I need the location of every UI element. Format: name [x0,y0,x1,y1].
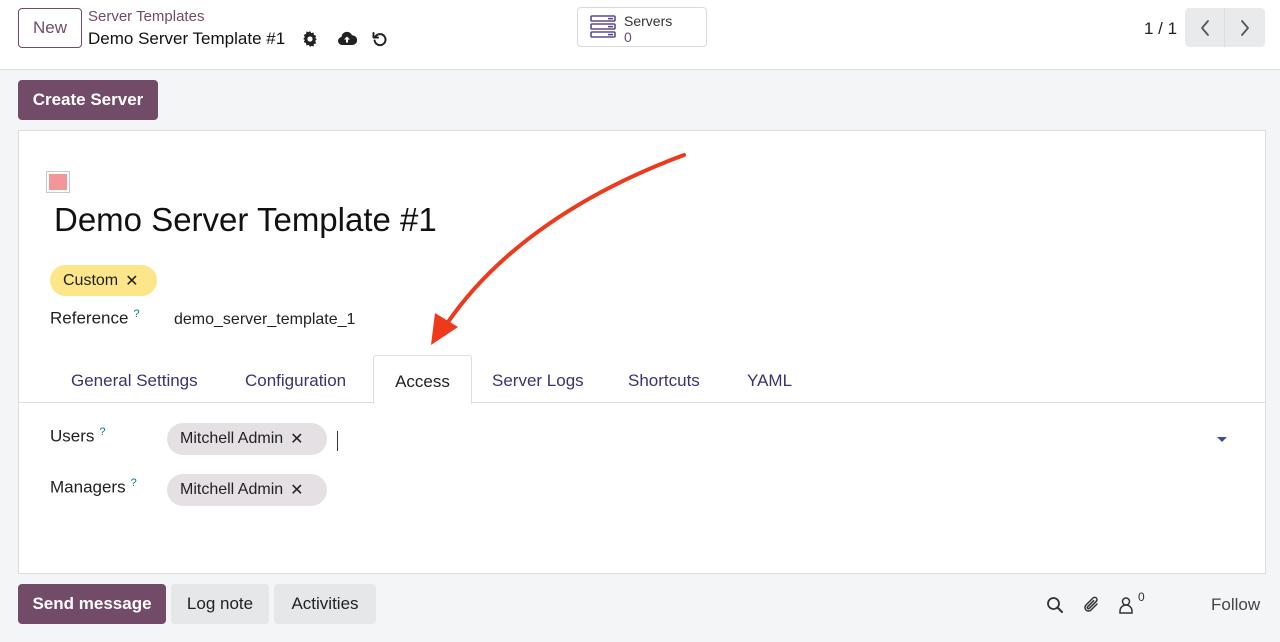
follow-button[interactable]: Follow [1211,595,1260,615]
new-button[interactable]: New [18,8,82,48]
tab-shortcuts[interactable]: Shortcuts [628,355,700,403]
tab-server-logs[interactable]: Server Logs [492,355,584,403]
servers-smart-button[interactable]: Servers 0 [577,7,707,47]
tag-remove-icon[interactable]: ✕ [290,480,303,500]
tag-remove-icon[interactable]: ✕ [125,271,138,291]
color-picker[interactable] [46,171,70,193]
gear-icon[interactable] [300,29,320,49]
servers-smart-label: Servers [624,13,673,29]
log-note-button[interactable]: Log note [171,584,269,624]
notebook-tabs: General Settings Configuration Access Se… [19,355,1265,404]
breadcrumb-current-record: Demo Server Template #1 [88,29,286,48]
servers-smart-count: 0 [624,29,632,45]
users-tag-mitchell-admin: Mitchell Admin ✕ [167,423,327,455]
users-label: Users? [50,426,106,446]
tag-custom: Custom ✕ [50,265,157,296]
search-icon[interactable] [1044,594,1066,616]
tab-access[interactable]: Access [373,355,472,404]
create-server-button[interactable]: Create Server [18,80,158,120]
followers-user-icon[interactable] [1115,594,1137,616]
name-field[interactable]: Demo Server Template #1 [54,201,437,239]
users-dropdown-caret-icon[interactable] [1217,437,1227,442]
managers-label: Managers? [50,477,137,497]
pager-previous-button[interactable] [1185,8,1225,47]
chevron-right-icon [1241,19,1249,36]
color-swatch [49,174,67,190]
followers-count: 0 [1138,590,1145,604]
reference-value[interactable]: demo_server_template_1 [174,311,355,329]
breadcrumb-server-templates[interactable]: Server Templates [88,8,204,25]
help-tooltip-icon[interactable]: ? [131,477,137,489]
tag-label: Custom [63,271,119,289]
help-tooltip-icon[interactable]: ? [133,308,139,320]
server-stack-icon [590,15,616,44]
activities-button[interactable]: Activities [274,584,376,624]
form-sheet: Demo Server Template #1 Custom ✕ Referen… [18,130,1266,574]
tab-configuration[interactable]: Configuration [245,355,346,403]
paperclip-icon[interactable] [1081,594,1103,616]
pager-next-button[interactable] [1225,8,1265,47]
send-message-button[interactable]: Send message [18,584,166,624]
user-tag-label: Mitchell Admin [180,430,284,447]
tab-general-settings[interactable]: General Settings [71,355,198,403]
users-input-cursor[interactable] [337,431,338,451]
chevron-left-icon [1200,19,1209,36]
help-tooltip-icon[interactable]: ? [99,426,105,438]
control-panel: New Server Templates Demo Server Templat… [0,0,1280,70]
pager-value[interactable]: 1 / 1 [1144,19,1177,39]
reference-label: Reference? [50,308,140,328]
tab-yaml[interactable]: YAML [747,355,792,403]
managers-tag-mitchell-admin: Mitchell Admin ✕ [167,474,327,506]
cloud-upload-icon[interactable] [337,29,357,49]
manager-tag-label: Mitchell Admin [180,481,284,498]
tag-remove-icon[interactable]: ✕ [290,429,303,449]
discard-undo-icon[interactable] [370,29,390,49]
